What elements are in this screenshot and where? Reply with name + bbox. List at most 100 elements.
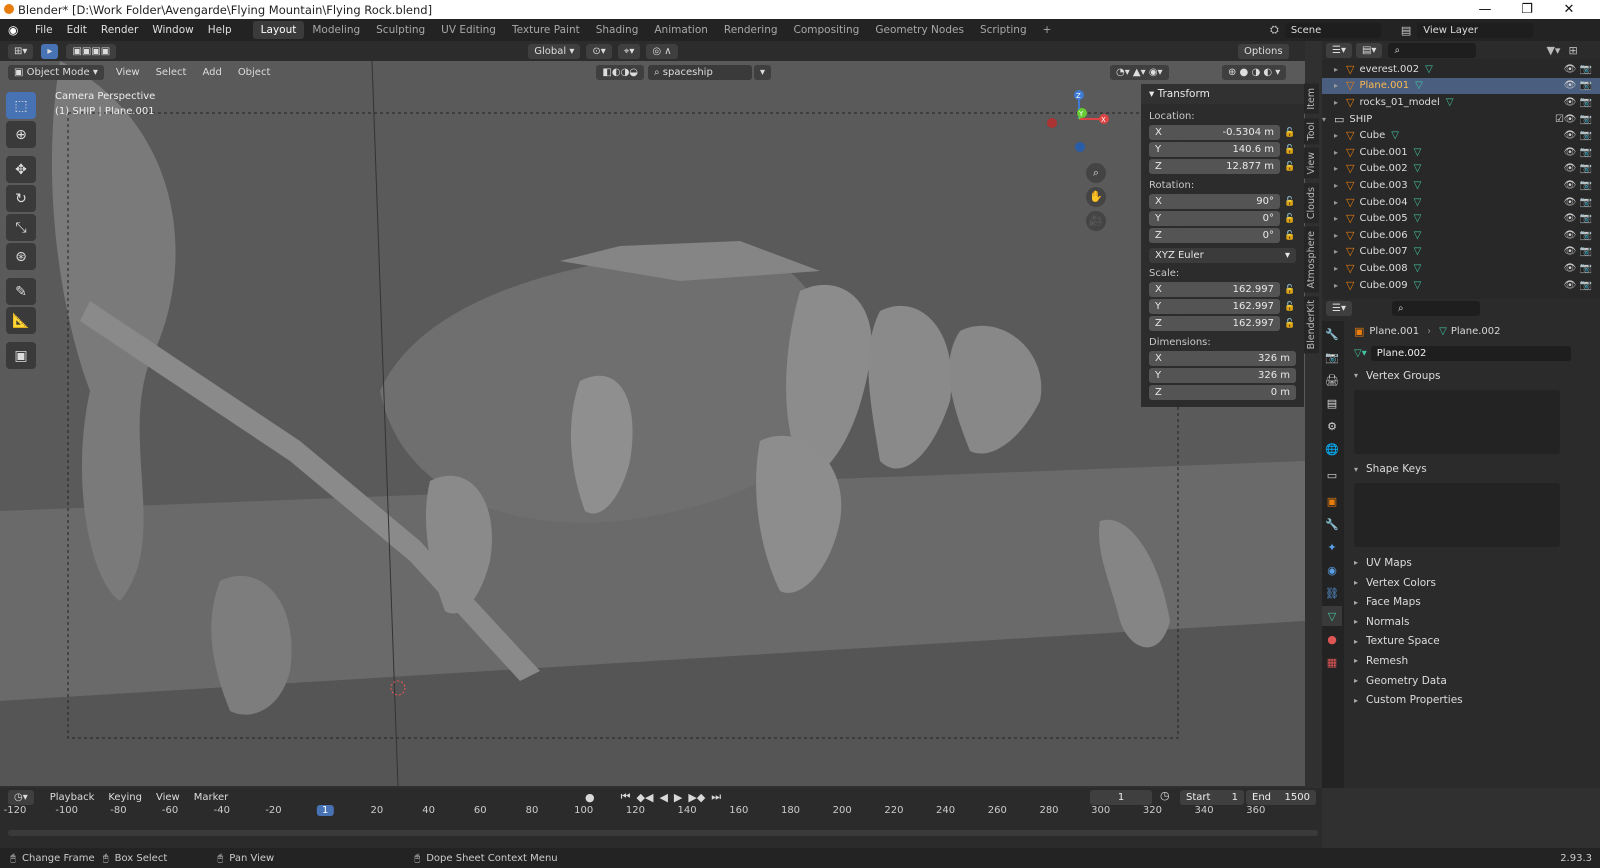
constraints-tab-icon[interactable]: ⛓ [1322,583,1342,603]
menu-help[interactable]: Help [201,24,239,36]
menu-file[interactable]: File [28,24,60,36]
particles-tab-icon[interactable]: ✦ [1322,537,1342,557]
expand-icon[interactable]: ▸ [1334,148,1346,157]
expand-icon[interactable]: ▸ [1334,231,1346,240]
tool-tab-icon[interactable]: 🔧 [1322,324,1342,344]
add-cube-icon[interactable]: ▣ [6,342,36,369]
overlay-icons[interactable]: ◔▾ ▲▾ ◉▾ [1110,64,1169,80]
scene-field[interactable]: Scene [1284,22,1381,38]
expand-icon[interactable]: ▸ [1334,98,1346,107]
annotate-icon[interactable]: ✎ [6,278,36,305]
view-layer-icon[interactable]: ▤ [1401,24,1411,37]
scene-icon[interactable]: ⛭ [1270,23,1279,37]
tab-layout[interactable]: Layout [252,21,305,39]
expand-icon[interactable]: ▸ [1334,247,1346,256]
outliner-item[interactable]: ▸ ▽ Cube.002 ▽ 👁 📷 [1322,161,1600,178]
visibility-eye-icon[interactable]: 👁 📷 [1564,280,1592,291]
viewport-search-field[interactable]: ⌕ spaceship [648,64,753,80]
lock-icon[interactable]: 🔓 [1284,319,1296,329]
geometry-data-panel[interactable]: ▸ Geometry Data [1346,671,1600,691]
rotation-z-field[interactable]: Z 0° [1149,228,1280,243]
vertex-groups-panel[interactable]: ▾ Vertex Groups [1346,366,1600,386]
modifier-tab-icon[interactable]: 🔧 [1322,514,1342,534]
mesh-data-icon[interactable]: ▽ [1391,130,1399,141]
expand-icon[interactable]: ▸ [1334,214,1346,223]
expand-icon[interactable]: ▸ [1334,281,1346,290]
scale-icon[interactable]: ⤡ [6,214,36,241]
vertex-groups-list[interactable] [1354,389,1560,454]
world-tab-icon[interactable]: 🌐 [1322,439,1342,459]
collection-tab-icon[interactable]: ▭ [1322,465,1342,485]
selection-mode-icons[interactable]: ▣▣▣▣ [66,43,117,59]
viewport-menu-select[interactable]: Select [150,65,193,80]
outliner-item[interactable]: ▸ ▽ Cube.001 ▽ 👁 📷 [1322,144,1600,161]
expand-icon[interactable]: ▸ [1334,65,1346,74]
lock-icon[interactable]: 🔓 [1284,128,1296,138]
transform-orientation-dropdown[interactable]: Global ▾ [528,43,581,59]
properties-search-input[interactable]: ⌕ [1391,300,1480,316]
expand-icon[interactable]: ▸ [1334,81,1346,90]
editor-type-button[interactable]: ⊞▾ [8,43,34,59]
rotation-x-field[interactable]: X 90° [1149,194,1280,209]
render-tab-icon[interactable]: 📷 [1322,347,1342,367]
tab-modeling[interactable]: Modeling [304,21,368,39]
location-y-field[interactable]: Y 140.6 m [1149,142,1280,157]
visibility-eye-icon[interactable]: 👁 📷 [1564,130,1592,141]
move-icon[interactable]: ✥ [6,156,36,183]
visibility-eye-icon[interactable]: 👁 📷 [1564,97,1592,108]
outliner-item[interactable]: ▸ ▽ everest.002 ▽ 👁 📷 [1322,61,1600,78]
mesh-data-icon[interactable]: ▽ [1414,230,1422,241]
maximize-button[interactable]: ❐ [1508,0,1546,19]
lock-icon[interactable]: 🔓 [1284,145,1296,155]
mesh-data-icon[interactable]: ▽ [1425,64,1433,75]
close-button[interactable]: ✕ [1550,0,1588,19]
rotate-icon[interactable]: ↻ [6,185,36,212]
rotation-mode-dropdown[interactable]: XYZ Euler ▾ [1149,248,1296,263]
outliner-item[interactable]: ▸ ▽ Cube.006 ▽ 👁 📷 [1322,227,1600,244]
search-dropdown-icon[interactable]: ▾ [754,64,772,80]
visibility-eye-icon[interactable]: 👁 📷 [1564,163,1592,174]
data-name-field[interactable]: Plane.002 [1370,346,1571,361]
scale-y-field[interactable]: Y 162.997 [1149,299,1280,314]
outliner-item[interactable]: ▸ ▽ Cube.003 ▽ 👁 📷 [1322,177,1600,194]
outliner-search-input[interactable]: ⌕ [1388,42,1477,58]
mesh-data-icon[interactable]: ▽ [1414,197,1422,208]
sidebar-tab-tool[interactable]: Tool [1304,117,1319,145]
object-tab-icon[interactable]: ▣ [1322,491,1342,511]
expand-icon[interactable]: ▸ [1334,264,1346,273]
mode-dropdown[interactable]: ▣ Object Mode ▾ [8,64,104,80]
dimensions-x-field[interactable]: X 326 m [1149,351,1296,366]
scale-x-field[interactable]: X 162.997 [1149,282,1280,297]
sidebar-tab-item[interactable]: Item [1304,84,1319,114]
timeline-scrollbar[interactable] [8,830,1318,836]
tab-shading[interactable]: Shading [588,21,647,39]
lock-icon[interactable]: 🔓 [1284,285,1296,295]
scene-tab-icon[interactable]: ⚙ [1322,416,1342,436]
tab-rendering[interactable]: Rendering [716,21,786,39]
menu-window[interactable]: Window [145,24,200,36]
mesh-data-icon[interactable]: ▽ [1414,213,1422,224]
snap-icon[interactable]: ⌖▾ [617,43,641,59]
viewport-menu-view[interactable]: View [110,65,146,80]
outliner-item[interactable]: ▸ ▽ Plane.001 ▽ 👁 📷 [1322,77,1600,95]
mesh-data-icon[interactable]: ▽ [1414,163,1422,174]
camera-view-icon[interactable]: 🎥 [1086,211,1106,231]
shape-keys-panel[interactable]: ▾ Shape Keys [1346,460,1600,480]
measure-icon[interactable]: 📐 [6,307,36,334]
lock-icon[interactable]: 🔓 [1284,214,1296,224]
tab-geometry-nodes[interactable]: Geometry Nodes [867,21,972,39]
texture-tab-icon[interactable]: ▦ [1322,652,1342,672]
outliner-item[interactable]: ▸ ▽ Cube.009 ▽ 👁 📷 [1322,277,1600,294]
rotation-y-field[interactable]: Y 0° [1149,211,1280,226]
expand-icon[interactable]: ▸ [1334,181,1346,190]
visibility-eye-icon[interactable]: 👁 📷 [1564,246,1592,257]
visibility-eye-icon[interactable]: 👁 📷 [1564,213,1592,224]
output-tab-icon[interactable]: 🖨 [1322,370,1342,390]
outliner-item[interactable]: ▸ ▽ Cube.007 ▽ 👁 📷 [1322,244,1600,261]
mesh-data-icon[interactable]: ▽ [1414,263,1422,274]
outliner-item[interactable]: ▸ ▽ Cube.004 ▽ 👁 📷 [1322,194,1600,211]
3d-viewport[interactable]: Camera Perspective (1) SHIP | Plane.001 … [0,61,1305,786]
sidebar-tab-atmosphere[interactable]: Atmosphere [1304,226,1319,293]
location-z-field[interactable]: Z 12.877 m [1149,159,1280,174]
shading-icons[interactable]: ⊕ ● ◑ ◐ ▾ [1222,64,1287,80]
